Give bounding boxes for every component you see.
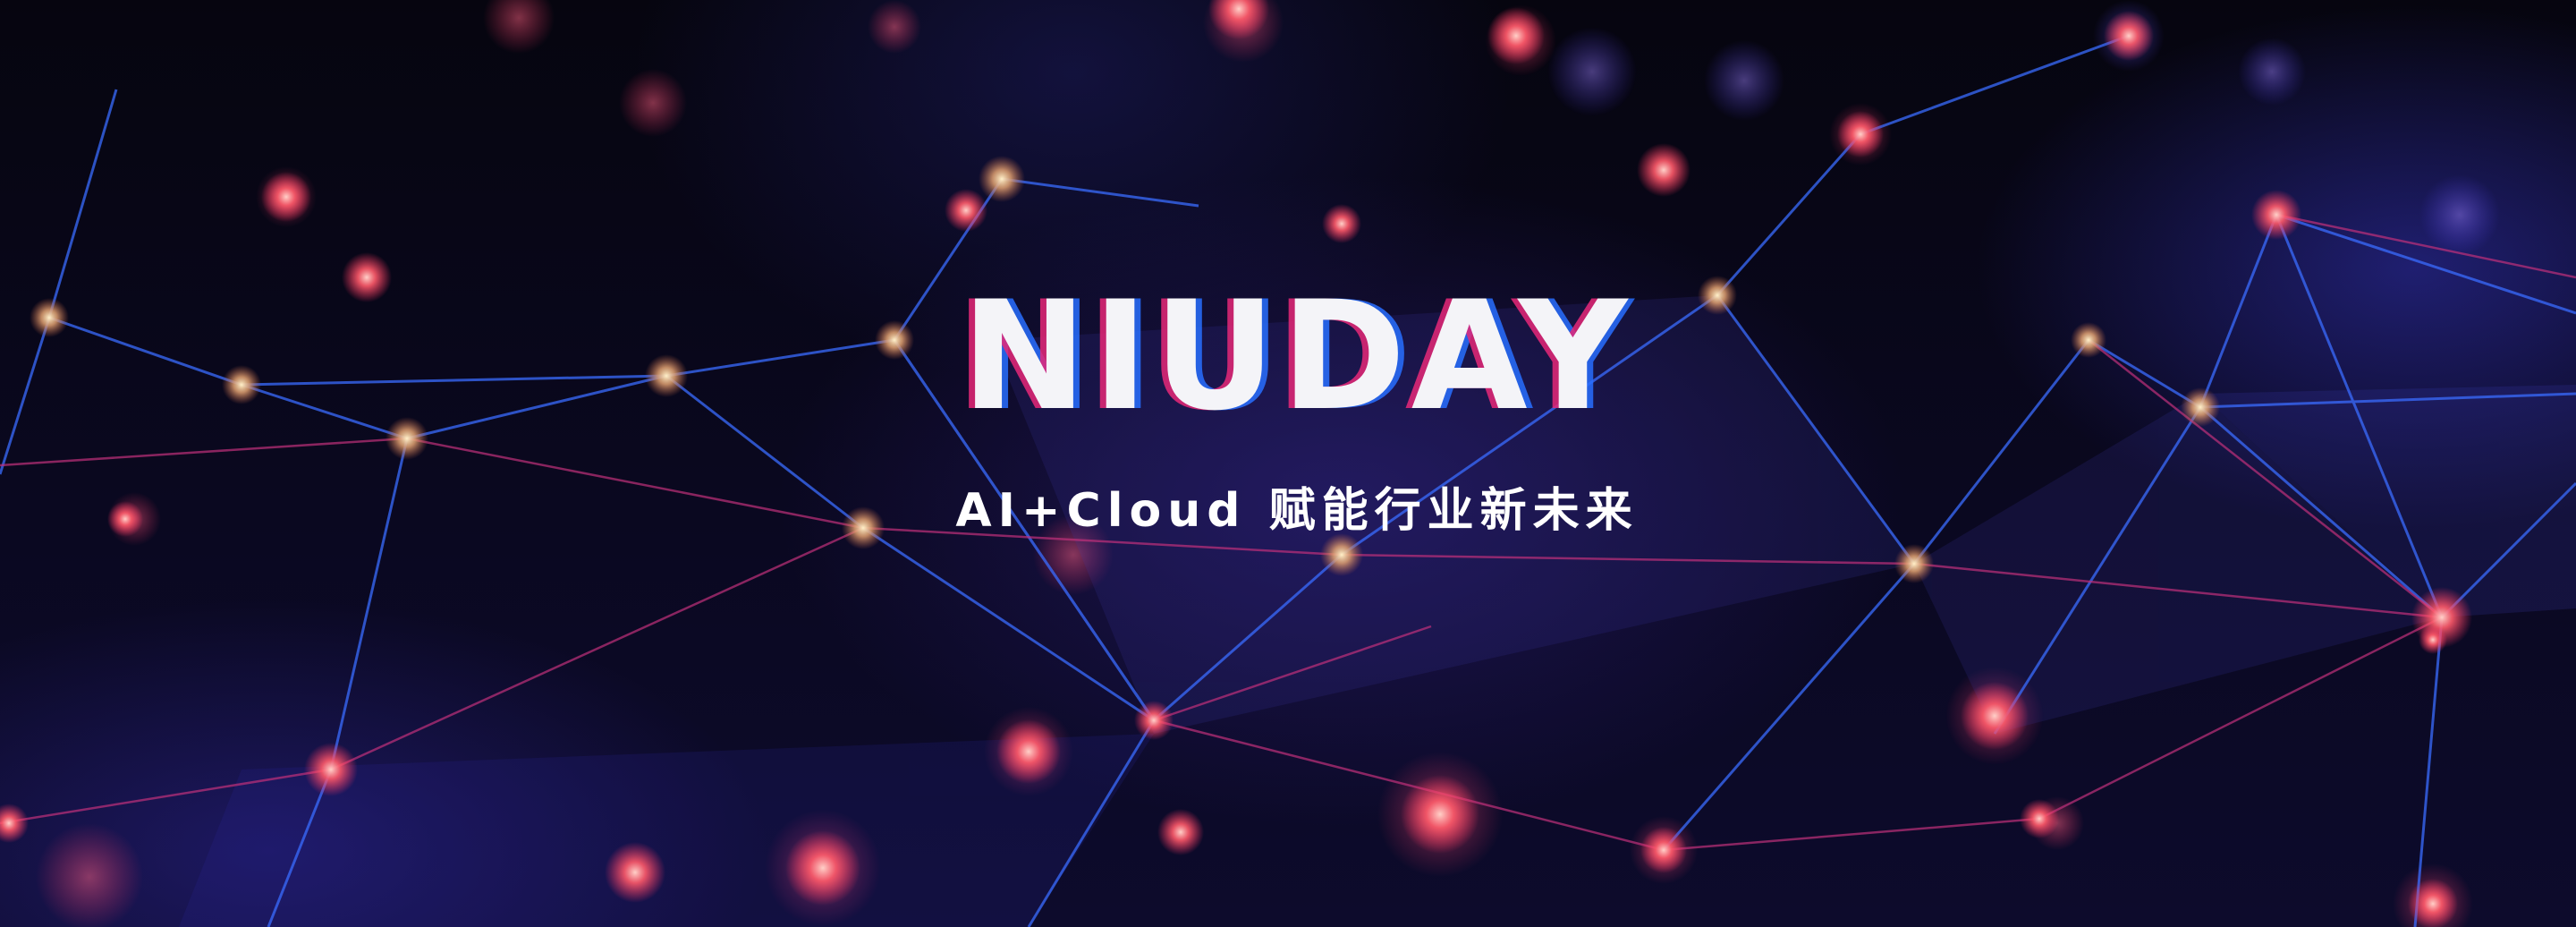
tagline: AI+Cloud 赋能行业新未来 xyxy=(955,484,1639,538)
network-mesh-background xyxy=(0,0,2576,927)
niuday-logo: NIUDAY xyxy=(961,268,1633,444)
hero-banner: NIUDAY AI+Cloud 赋能行业新未来 xyxy=(0,0,2576,927)
